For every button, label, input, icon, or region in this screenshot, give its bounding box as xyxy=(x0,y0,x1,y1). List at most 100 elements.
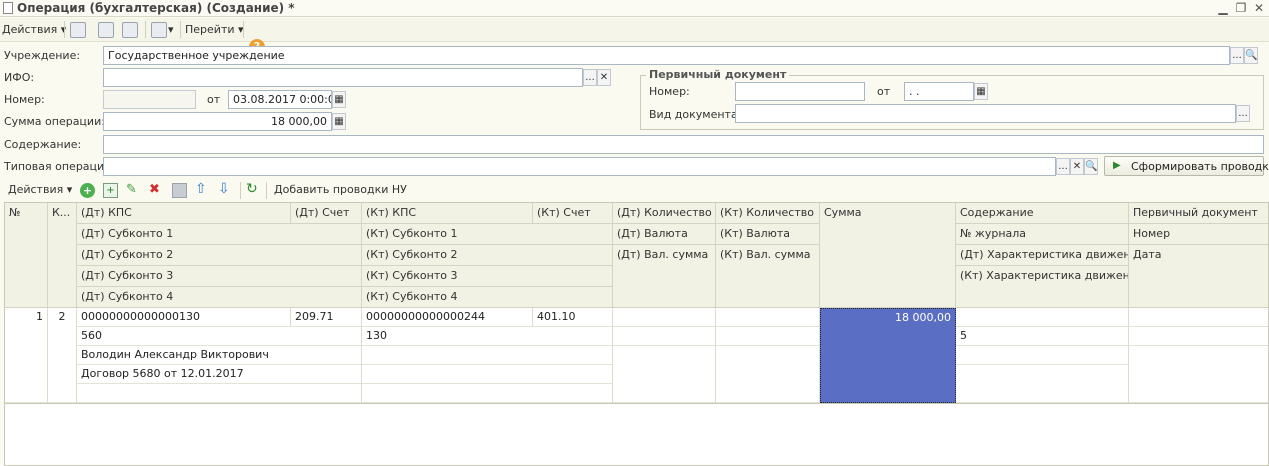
header-dt-currency-sum[interactable]: (Дт) Вал. сумма xyxy=(613,245,716,308)
move-up-icon[interactable]: ⇧ xyxy=(195,181,207,197)
header-kt-kps[interactable]: (Кт) КПС xyxy=(362,203,533,224)
header-dt-account[interactable]: (Дт) Счет xyxy=(291,203,362,224)
header-date[interactable]: Дата xyxy=(1129,245,1268,308)
cell-dt-currency-sum[interactable] xyxy=(613,346,716,403)
header-dt-subconto-1[interactable]: (Дт) Субконто 1 xyxy=(77,224,362,245)
select-button[interactable]: ... xyxy=(583,69,597,86)
cell-primary-document[interactable] xyxy=(1129,308,1268,327)
based-on-dropdown[interactable]: ▾ xyxy=(168,23,174,36)
toolbar-separator xyxy=(180,21,181,38)
cell-kt-subconto-1[interactable]: 130 xyxy=(362,327,613,346)
restore-icon[interactable]: ❐ xyxy=(1233,0,1249,16)
cell-dt-subconto-1[interactable]: 560 xyxy=(77,327,362,346)
header-dt-subconto-2[interactable]: (Дт) Субконто 2 xyxy=(77,245,362,266)
move-down-icon[interactable]: ⇩ xyxy=(218,181,230,197)
primary-date-field[interactable]: . . xyxy=(904,82,974,101)
add-nu-entries-button[interactable]: Добавить проводки НУ xyxy=(274,183,407,196)
header-dt-subconto-3[interactable]: (Дт) Субконто 3 xyxy=(77,266,362,287)
delete-icon[interactable]: ✖ xyxy=(149,182,160,197)
ifo-field[interactable] xyxy=(103,68,583,87)
cell-kt-subconto-3[interactable] xyxy=(362,365,613,384)
header-kt-subconto-2[interactable]: (Кт) Субконто 2 xyxy=(362,245,613,266)
cell-dt-subconto-4[interactable] xyxy=(77,384,362,403)
edit-icon[interactable]: ✎ xyxy=(126,182,137,197)
cell-journal[interactable]: 5 xyxy=(956,327,1129,346)
calendar-icon[interactable]: ▦ xyxy=(974,83,988,100)
cell-dt-movement[interactable] xyxy=(956,346,1129,365)
generate-entries-button[interactable]: ▶ Сформировать проводки xyxy=(1104,156,1269,176)
cell-number[interactable] xyxy=(1129,327,1268,346)
cell-dt-account[interactable]: 209.71 xyxy=(291,308,362,327)
cell-kt-quantity[interactable] xyxy=(716,308,820,327)
minimize-icon[interactable]: ▁ xyxy=(1215,0,1231,16)
cell-dt-kps[interactable]: 00000000000000130 xyxy=(77,308,291,327)
calculator-icon[interactable]: ▦ xyxy=(332,113,346,130)
header-journal[interactable]: № журнала xyxy=(956,224,1129,245)
header-dt-subconto-4[interactable]: (Дт) Субконто 4 xyxy=(77,287,362,308)
add-icon[interactable]: + xyxy=(80,183,95,198)
document-kind-field[interactable] xyxy=(735,104,1236,123)
cell-sum[interactable]: 18 000,00 xyxy=(820,308,956,403)
header-dt-currency[interactable]: (Дт) Валюта xyxy=(613,224,716,245)
goto-menu[interactable]: Перейти ▾ xyxy=(185,23,244,36)
header-kt-subconto-3[interactable]: (Кт) Субконто 3 xyxy=(362,266,613,287)
cell-dt-currency[interactable] xyxy=(613,327,716,346)
close-icon[interactable]: ✕ xyxy=(1251,0,1267,16)
copy-row-icon[interactable]: + xyxy=(103,183,118,198)
cell-content[interactable] xyxy=(956,308,1129,327)
header-content[interactable]: Содержание xyxy=(956,203,1129,224)
post-icon[interactable] xyxy=(98,22,114,38)
cell-kt-movement[interactable] xyxy=(956,365,1129,403)
header-dt-quantity[interactable]: (Дт) Количество xyxy=(613,203,716,224)
open-icon[interactable]: 🔍 xyxy=(1084,158,1098,175)
refresh-icon[interactable]: ↻ xyxy=(246,181,258,197)
entries-table: № К... (Дт) КПС (Дт) Счет (Кт) КПС (Кт) … xyxy=(4,202,1269,466)
header-dt-kps[interactable]: (Дт) КПС xyxy=(77,203,291,224)
actions-menu[interactable]: Действия ▾ xyxy=(2,23,66,36)
cell-dt-subconto-3[interactable]: Договор 5680 от 12.01.2017 xyxy=(77,365,362,384)
copy-icon[interactable] xyxy=(122,22,138,38)
number-field[interactable] xyxy=(103,90,196,109)
header-dt-movement[interactable]: (Дт) Характеристика движения xyxy=(956,245,1129,266)
header-primary-document[interactable]: Первичный документ xyxy=(1129,203,1268,224)
save-icon[interactable] xyxy=(70,22,86,38)
cell-kt-subconto-4[interactable] xyxy=(362,384,613,403)
calendar-icon[interactable]: ▦ xyxy=(332,91,346,108)
cell-num[interactable]: 1 xyxy=(5,308,48,403)
typical-operation-field[interactable] xyxy=(103,157,1056,176)
header-kt-currency-sum[interactable]: (Кт) Вал. сумма xyxy=(716,245,820,308)
cell-dt-quantity[interactable] xyxy=(613,308,716,327)
cell-kt-kps[interactable]: 00000000000000244 xyxy=(362,308,533,327)
table-actions-menu[interactable]: Действия ▾ xyxy=(8,183,72,196)
header-kt-subconto-1[interactable]: (Кт) Субконто 1 xyxy=(362,224,613,245)
header-kt-currency[interactable]: (Кт) Валюта xyxy=(716,224,820,245)
cell-date[interactable] xyxy=(1129,346,1268,403)
cell-kt-currency[interactable] xyxy=(716,327,820,346)
select-button[interactable]: ... xyxy=(1230,47,1244,64)
header-k[interactable]: К... xyxy=(48,203,77,308)
primary-number-field[interactable] xyxy=(735,82,865,101)
based-on-icon[interactable] xyxy=(151,22,167,38)
cell-k[interactable]: 2 xyxy=(48,308,77,403)
clear-icon[interactable]: ✕ xyxy=(1070,158,1084,175)
open-icon[interactable]: 🔍 xyxy=(1244,47,1258,64)
header-kt-subconto-4[interactable]: (Кт) Субконто 4 xyxy=(362,287,613,308)
header-num[interactable]: № xyxy=(5,203,48,308)
header-number[interactable]: Номер xyxy=(1129,224,1268,245)
cell-dt-subconto-2[interactable]: Володин Александр Викторович xyxy=(77,346,362,365)
select-button[interactable]: ... xyxy=(1056,158,1070,175)
cell-kt-currency-sum[interactable] xyxy=(716,346,820,403)
date-field[interactable]: 03.08.2017 0:00:00 xyxy=(228,90,332,109)
header-kt-account[interactable]: (Кт) Счет xyxy=(533,203,613,224)
content-field[interactable] xyxy=(103,135,1264,154)
institution-field[interactable]: Государственное учреждение xyxy=(103,46,1230,65)
cell-kt-account[interactable]: 401.10 xyxy=(533,308,613,327)
header-kt-movement[interactable]: (Кт) Характеристика движения xyxy=(956,266,1129,308)
header-kt-quantity[interactable]: (Кт) Количество xyxy=(716,203,820,224)
sum-field[interactable]: 18 000,00 xyxy=(103,112,332,131)
clear-icon[interactable]: ✕ xyxy=(597,69,611,86)
disk-icon[interactable] xyxy=(172,183,187,198)
header-sum[interactable]: Сумма xyxy=(820,203,956,308)
cell-kt-subconto-2[interactable] xyxy=(362,346,613,365)
select-button[interactable]: ... xyxy=(1236,105,1250,122)
